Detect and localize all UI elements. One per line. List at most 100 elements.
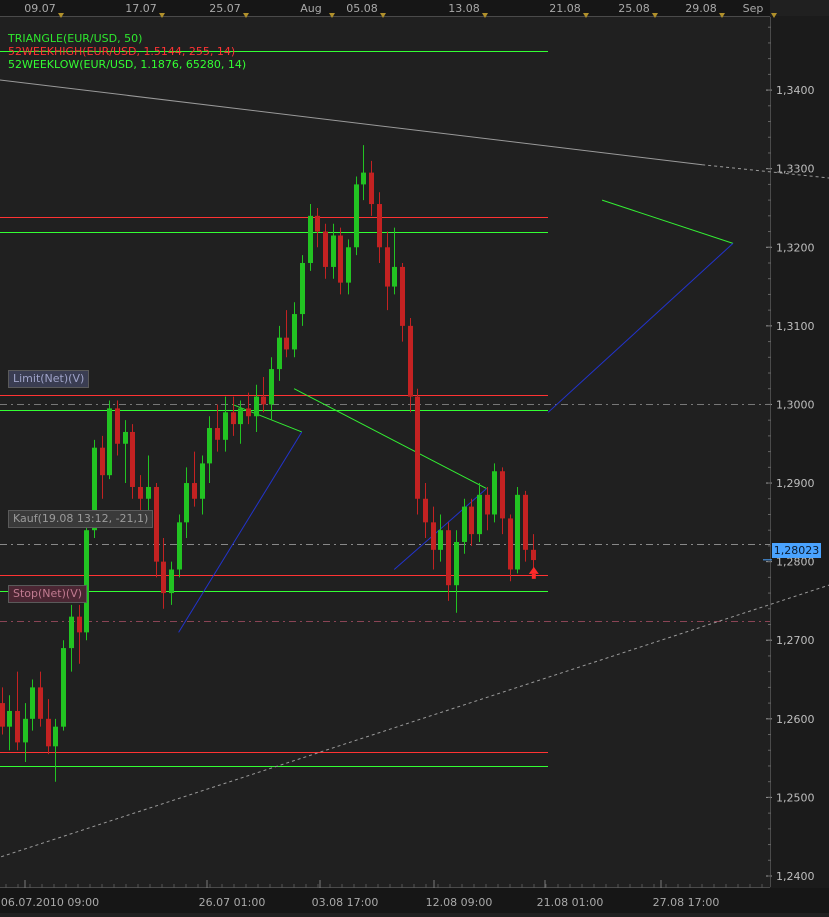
price-tick-label: 1,2400 [776,870,815,883]
bottom-date-label: 26.07 01:00 [199,896,266,909]
trading-chart[interactable]: 09.07 17.07 25.07 Aug 05.08 13.08 21.08 25.08 29… [0,0,829,913]
legend-52weekhigh: 52WEEKHIGH(EUR/USD, 1.5144, 255, 14) [8,45,236,58]
candle-body [354,184,359,248]
price-tick-label: 1,2500 [776,791,815,804]
candle-body [377,204,382,248]
bottom-date-label: 27.08 17:00 [653,896,720,909]
bottom-date-label: 06.07.2010 09:00 [1,896,99,909]
legend-52weeklow: 52WEEKLOW(EUR/USD, 1.1876, 65280, 14) [8,58,247,71]
candle-body [115,408,120,444]
candle-body [261,396,266,405]
candle-body [361,172,366,185]
candle-body [385,247,390,287]
entry-order-tag[interactable]: Kauf(19.08 13:12, -21,1) [8,510,154,528]
limit-order-tag[interactable]: Limit(Net)(V) [8,370,90,388]
top-date-label: 05.08 [346,2,378,15]
top-date-label: 17.07 [125,2,157,15]
candle-body [338,235,343,283]
candle-body [469,506,474,535]
candle-body [0,703,5,727]
candle-body [477,494,482,535]
candle-body [231,412,236,425]
candle-body [15,710,20,743]
candle-body [454,541,459,586]
candle-body [84,530,89,633]
candle-body [438,530,443,550]
candle-body [7,710,12,727]
top-date-label: 29.08 [685,2,717,15]
candle-body [207,428,212,464]
candle-body [200,463,205,499]
candle-body [146,486,151,499]
top-date-label: 13.08 [448,2,480,15]
chart-background [0,0,829,913]
top-date-label: Sep [743,2,764,15]
stop-order-tag[interactable]: Stop(Net)(V) [8,585,88,603]
candle-body [123,431,128,444]
candle-body [400,266,405,326]
candle-body [508,518,513,570]
price-tick-label: 1,3000 [776,398,815,411]
candle-body [38,687,43,719]
price-tick-label: 1,3300 [776,163,815,176]
candle-body [254,396,259,417]
candle-body [130,431,135,487]
candle-body [107,408,112,476]
current-price-label: 1,28023 [772,543,821,558]
candle-body [23,718,28,743]
candle-body [154,486,159,562]
candle-body [246,408,251,417]
candle-body [423,498,428,523]
price-tick-label: 1,2700 [776,634,815,647]
candle-body [431,522,436,550]
bottom-date-label: 12.08 09:00 [426,896,493,909]
candle-body [292,314,297,350]
price-tick-label: 1,2600 [776,713,815,726]
candle-body [161,561,166,594]
indicator-legend: TRIANGLE(EUR/USD, 50) 52WEEKHIGH(EUR/USD… [8,32,246,71]
price-axis-bar [771,16,829,888]
entry-arrow-stem [531,573,536,579]
candle-body [192,483,197,499]
candle-body [515,494,520,570]
price-tick-label: 1,3200 [776,241,815,254]
candle-body [277,337,282,370]
candle-body [269,369,274,405]
candle-body [284,337,289,350]
chart-canvas[interactable]: 09.07 17.07 25.07 Aug 05.08 13.08 21.08 25.08 29… [0,0,829,913]
candle-body [500,471,505,519]
candle-body [415,396,420,499]
candle-body [531,549,536,561]
candle-body [215,428,220,440]
candle-body [346,247,351,283]
candle-body [462,506,467,542]
price-tick-label: 1,3400 [776,84,815,97]
candle-body [446,530,451,586]
top-date-label: 09.07 [24,2,56,15]
candle-body [169,569,174,594]
candle-body [69,616,74,649]
candle-body [308,215,313,263]
candle-body [323,231,328,267]
candle-body [523,494,528,550]
candle-body [177,522,182,570]
candle-body [61,648,66,727]
candle-body [408,325,413,397]
bottom-date-label: 03.08 17:00 [312,896,379,909]
candle-body [77,616,82,633]
candle-body [184,483,189,523]
top-date-label: 25.07 [209,2,241,15]
candle-body [138,486,143,499]
candle-body [392,266,397,287]
candle-body [53,726,58,747]
top-date-label: 21.08 [549,2,581,15]
price-tick-label: 1,2900 [776,477,815,490]
top-date-label: Aug [300,2,321,15]
candle-body [30,687,35,719]
candle-body [485,494,490,515]
candle-body [100,447,105,476]
candle-body [369,172,374,205]
candle-body [331,235,336,267]
candle-body [300,262,305,315]
legend-triangle: TRIANGLE(EUR/USD, 50) [8,32,143,45]
